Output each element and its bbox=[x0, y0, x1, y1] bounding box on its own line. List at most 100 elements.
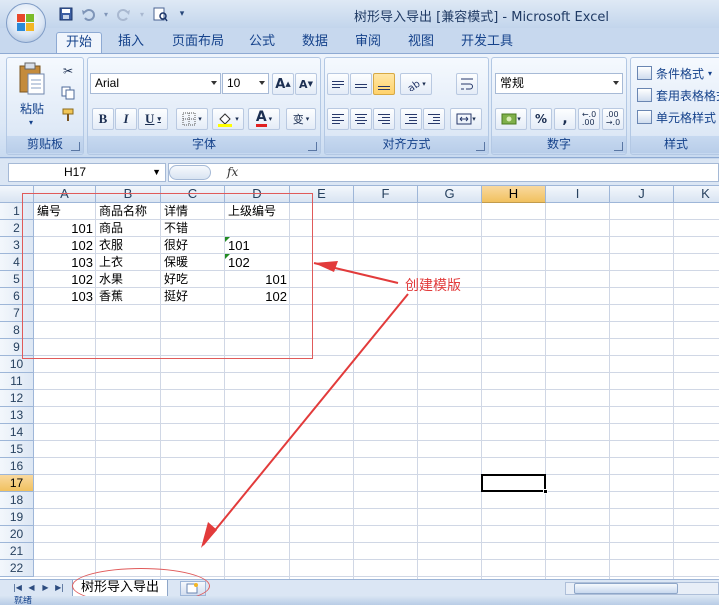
row-gridline bbox=[34, 559, 719, 560]
format-painter-icon[interactable] bbox=[57, 104, 79, 126]
row-gridline bbox=[34, 389, 719, 390]
office-button[interactable] bbox=[6, 3, 46, 43]
accounting-format-icon[interactable]: ▾ bbox=[495, 108, 527, 130]
font-color-icon[interactable]: A ▾ bbox=[248, 108, 280, 130]
phonetic-guide-icon[interactable]: 变 ▾ bbox=[286, 108, 316, 130]
row-header-21[interactable]: 21 bbox=[0, 543, 34, 560]
decrease-indent-icon[interactable] bbox=[400, 108, 422, 130]
annotation-label: 创建模版 bbox=[405, 278, 461, 294]
conditional-formatting-button[interactable]: 条件格式 ▾ bbox=[637, 63, 712, 83]
merge-center-icon[interactable]: ▾ bbox=[450, 108, 482, 130]
fill-handle[interactable] bbox=[543, 489, 548, 494]
tab-page-layout[interactable]: 页面布局 bbox=[163, 32, 233, 54]
clipboard-group: 粘贴 ▾ ✂ 剪贴板 bbox=[6, 57, 84, 155]
tab-home[interactable]: 开始 bbox=[56, 32, 103, 54]
fill-color-icon[interactable]: ▾ bbox=[212, 108, 244, 130]
undo-dropdown-icon[interactable]: ▾ bbox=[102, 6, 110, 22]
number-launcher-icon[interactable] bbox=[614, 142, 623, 151]
tab-review[interactable]: 审阅 bbox=[346, 32, 390, 54]
copy-icon[interactable] bbox=[57, 82, 79, 104]
font-size-select[interactable]: 10 bbox=[222, 73, 269, 94]
underline-icon[interactable]: U ▾ bbox=[138, 108, 168, 130]
name-box[interactable]: H17 ▼ bbox=[8, 163, 166, 182]
orientation-icon[interactable]: ab ▾ bbox=[400, 73, 432, 95]
row-gridline bbox=[34, 440, 719, 441]
number-group-label: 数字 bbox=[492, 136, 626, 153]
italic-icon[interactable]: I bbox=[115, 108, 137, 130]
alignment-launcher-icon[interactable] bbox=[476, 142, 485, 151]
tab-insert[interactable]: 插入 bbox=[109, 32, 153, 54]
decrease-decimal-icon[interactable]: .00 →.0 bbox=[602, 108, 624, 130]
column-header-i[interactable]: I bbox=[546, 186, 610, 203]
horizontal-scrollbar-thumb[interactable] bbox=[574, 583, 678, 594]
comma-style-button[interactable]: , bbox=[554, 108, 576, 130]
row-header-19[interactable]: 19 bbox=[0, 509, 34, 526]
redo-icon[interactable] bbox=[116, 6, 132, 22]
bold-icon[interactable]: B bbox=[92, 108, 114, 130]
row-header-12[interactable]: 12 bbox=[0, 390, 34, 407]
column-header-j[interactable]: J bbox=[610, 186, 674, 203]
grow-font-icon[interactable]: A ▲ bbox=[272, 73, 294, 95]
align-right-icon[interactable] bbox=[373, 108, 395, 130]
undo-icon[interactable] bbox=[80, 6, 96, 22]
row-gridline bbox=[34, 474, 719, 475]
align-center-icon[interactable] bbox=[350, 108, 372, 130]
column-header-f[interactable]: F bbox=[354, 186, 418, 203]
tab-formulas[interactable]: 公式 bbox=[240, 32, 284, 54]
formula-input[interactable]: fx bbox=[168, 163, 719, 182]
number-format-select[interactable]: 常规 bbox=[495, 73, 623, 94]
cut-icon[interactable]: ✂ bbox=[57, 60, 79, 82]
column-header-g[interactable]: G bbox=[418, 186, 482, 203]
tab-data[interactable]: 数据 bbox=[293, 32, 337, 54]
formula-expand-handle[interactable] bbox=[169, 165, 211, 180]
save-icon[interactable] bbox=[58, 6, 74, 22]
align-middle-icon[interactable] bbox=[350, 73, 372, 95]
insert-function-button[interactable]: fx bbox=[227, 164, 238, 181]
tab-view[interactable]: 视图 bbox=[399, 32, 443, 54]
prev-sheet-icon[interactable]: ◀ bbox=[26, 582, 37, 594]
customize-qat-icon[interactable]: ▾ bbox=[174, 6, 190, 22]
column-gridline bbox=[673, 203, 674, 579]
redo-dropdown-icon[interactable]: ▾ bbox=[138, 6, 146, 22]
row-header-20[interactable]: 20 bbox=[0, 526, 34, 543]
shrink-font-icon[interactable]: A ▼ bbox=[295, 73, 317, 95]
column-header-h[interactable]: H bbox=[482, 186, 546, 203]
name-box-dropdown-icon[interactable]: ▼ bbox=[152, 164, 161, 181]
conditional-formatting-label: 条件格式 bbox=[656, 66, 705, 81]
font-group-label: 字体 bbox=[88, 136, 320, 153]
row-header-17[interactable]: 17 bbox=[0, 475, 34, 492]
increase-indent-icon[interactable] bbox=[423, 108, 445, 130]
clipboard-launcher-icon[interactable] bbox=[71, 142, 80, 151]
row-header-14[interactable]: 14 bbox=[0, 424, 34, 441]
row-header-15[interactable]: 15 bbox=[0, 441, 34, 458]
column-gridline bbox=[481, 203, 482, 579]
align-left-icon[interactable] bbox=[327, 108, 349, 130]
format-as-table-button[interactable]: 套用表格格式 bbox=[637, 85, 719, 105]
row-header-13[interactable]: 13 bbox=[0, 407, 34, 424]
row-header-16[interactable]: 16 bbox=[0, 458, 34, 475]
first-sheet-icon[interactable]: |◀ bbox=[12, 582, 23, 594]
wrap-text-icon[interactable] bbox=[456, 73, 478, 95]
increase-decimal-icon[interactable]: ←.0.00 bbox=[578, 108, 600, 130]
column-gridline bbox=[417, 203, 418, 579]
row-header-11[interactable]: 11 bbox=[0, 373, 34, 390]
percent-style-button[interactable]: % bbox=[530, 108, 552, 130]
font-launcher-icon[interactable] bbox=[308, 142, 317, 151]
borders-icon[interactable]: ▾ bbox=[176, 108, 208, 130]
horizontal-scrollbar[interactable] bbox=[565, 582, 719, 595]
row-header-18[interactable]: 18 bbox=[0, 492, 34, 509]
font-name-select[interactable]: Arial bbox=[90, 73, 221, 94]
print-preview-icon[interactable] bbox=[152, 6, 168, 22]
paste-label: 粘贴 bbox=[19, 102, 44, 116]
column-header-k[interactable]: K bbox=[674, 186, 719, 203]
next-sheet-icon[interactable]: ▶ bbox=[40, 582, 51, 594]
paste-button[interactable]: 粘贴 ▾ bbox=[15, 62, 49, 127]
tab-developer[interactable]: 开发工具 bbox=[452, 32, 522, 54]
styles-group-label: 样式 bbox=[631, 136, 719, 153]
align-bottom-icon[interactable] bbox=[373, 73, 395, 95]
last-sheet-icon[interactable]: ▶| bbox=[54, 582, 65, 594]
align-top-icon[interactable] bbox=[327, 73, 349, 95]
cell-styles-button[interactable]: 单元格样式 bbox=[637, 107, 716, 127]
selected-cell-cursor bbox=[481, 474, 548, 494]
row-header-22[interactable]: 22 bbox=[0, 560, 34, 577]
